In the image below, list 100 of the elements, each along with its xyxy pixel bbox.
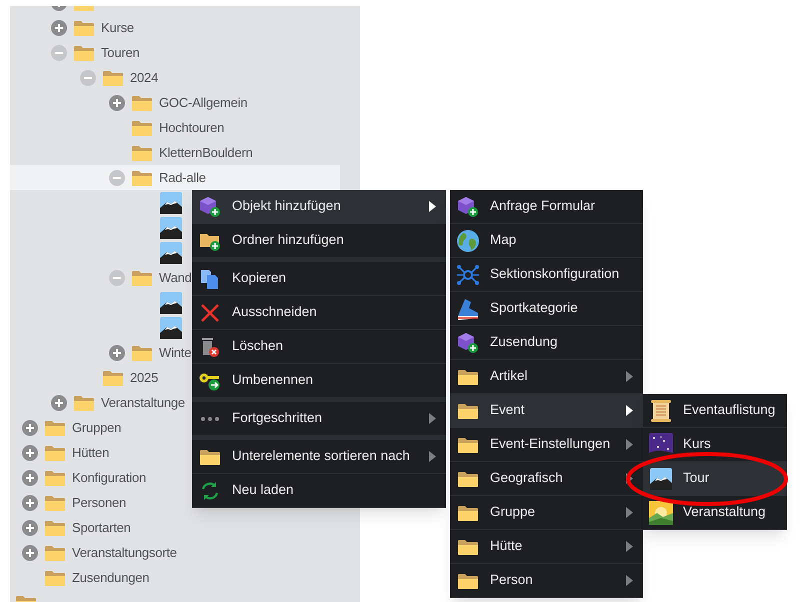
menu-item[interactable]: Unterelemente sortieren nach bbox=[192, 440, 446, 474]
menu-item[interactable]: Eventauflistung bbox=[643, 394, 787, 428]
tree-item-label[interactable]: 2025 bbox=[130, 368, 158, 388]
folder-icon bbox=[457, 504, 479, 522]
expand-toggle[interactable] bbox=[51, 394, 67, 410]
network-icon bbox=[456, 262, 480, 286]
menu-item[interactable]: Kopieren bbox=[192, 262, 446, 296]
tree-item-label[interactable]: Veranstaltungsorte bbox=[72, 542, 177, 562]
menu-item[interactable]: Sektionskonfiguration bbox=[450, 258, 643, 292]
folder-icon bbox=[457, 368, 479, 386]
menu-item[interactable]: Gruppe bbox=[450, 496, 643, 530]
tree-item-label[interactable]: 2024 bbox=[130, 68, 158, 88]
folder-icon bbox=[44, 494, 66, 512]
menu-item[interactable]: Löschen bbox=[192, 330, 446, 364]
more-icon bbox=[200, 416, 220, 422]
menu-item[interactable]: Anfrage Formular bbox=[450, 190, 643, 224]
submenu-arrow-icon bbox=[429, 413, 436, 424]
tree-item-label[interactable]: Gruppen bbox=[72, 418, 122, 438]
selected-row[interactable]: Rad-alle bbox=[10, 165, 340, 190]
folder-icon bbox=[44, 418, 66, 436]
scroll-icon bbox=[649, 398, 673, 422]
mountain-icon bbox=[160, 292, 182, 314]
folder-icon bbox=[131, 344, 153, 362]
folder-icon bbox=[457, 538, 479, 556]
tree-item-label[interactable]: Konfiguration bbox=[72, 468, 146, 488]
copy-icon bbox=[199, 268, 221, 290]
folder-icon bbox=[102, 68, 124, 86]
folder-icon bbox=[73, 394, 95, 412]
expand-toggle[interactable] bbox=[22, 470, 38, 486]
folder-icon bbox=[73, 44, 95, 62]
submenu-arrow-icon bbox=[626, 575, 633, 586]
folder-icon bbox=[44, 544, 66, 562]
menu-item[interactable]: Kurs bbox=[643, 428, 787, 462]
menu-item[interactable]: Ausschneiden bbox=[192, 296, 446, 330]
folder-icon bbox=[102, 368, 124, 386]
cube-plus-icon bbox=[457, 332, 479, 354]
expand-toggle[interactable] bbox=[22, 444, 38, 460]
tree-item-label[interactable]: Zusendungen bbox=[72, 568, 150, 588]
collapse-toggle[interactable] bbox=[109, 270, 125, 286]
expand-toggle[interactable] bbox=[22, 520, 38, 536]
menu-item[interactable]: Hütte bbox=[450, 530, 643, 564]
submenu-arrow-icon bbox=[626, 439, 633, 450]
folder-icon bbox=[131, 118, 153, 136]
tree-item-label[interactable]: Winte bbox=[159, 342, 192, 362]
folder-icon bbox=[131, 168, 153, 186]
cube-plus-icon bbox=[199, 196, 221, 218]
collapse-toggle[interactable] bbox=[109, 170, 125, 186]
tree-item-label[interactable]: KletternBouldern bbox=[159, 142, 253, 162]
menu-item[interactable]: Person bbox=[450, 564, 643, 598]
menu-item[interactable]: Artikel bbox=[450, 360, 643, 394]
collapse-toggle[interactable] bbox=[80, 70, 96, 86]
menu-item[interactable]: Event bbox=[450, 394, 643, 428]
refresh-icon bbox=[199, 480, 221, 502]
folder-icon bbox=[199, 448, 221, 466]
menu-item[interactable]: Veranstaltung bbox=[643, 496, 787, 530]
expand-toggle[interactable] bbox=[22, 544, 38, 560]
submenu-arrow-icon bbox=[626, 405, 633, 416]
folder-icon bbox=[131, 268, 153, 286]
menu-item[interactable]: Map bbox=[450, 224, 643, 258]
scissors-icon bbox=[199, 302, 221, 324]
trash-icon bbox=[199, 336, 221, 358]
mountain-icon bbox=[160, 192, 182, 214]
folder-icon bbox=[44, 444, 66, 462]
expand-toggle[interactable] bbox=[51, 20, 67, 36]
tree-item-label[interactable]: Personen bbox=[72, 492, 126, 512]
globe-icon bbox=[456, 228, 480, 252]
tree-item-label[interactable]: Hochtouren bbox=[159, 118, 224, 138]
submenu-arrow-icon bbox=[429, 201, 436, 212]
tree-item-label[interactable]: GOC-Allgemein bbox=[159, 92, 248, 112]
folder-icon bbox=[457, 572, 479, 590]
menu-item[interactable]: Ordner hinzufügen bbox=[192, 224, 446, 258]
folder-icon bbox=[73, 18, 95, 36]
menu-item[interactable]: Tour bbox=[643, 462, 787, 496]
collapse-toggle[interactable] bbox=[51, 44, 67, 60]
tree-item-label[interactable]: Touren bbox=[101, 42, 140, 62]
expand-toggle[interactable] bbox=[109, 344, 125, 360]
menu-item[interactable]: Fortgeschritten bbox=[192, 402, 446, 436]
folder-icon bbox=[457, 470, 479, 488]
menu-item[interactable]: Neu laden bbox=[192, 474, 446, 508]
menu-item[interactable]: Objekt hinzufügen bbox=[192, 190, 446, 224]
mountain-icon bbox=[160, 316, 182, 338]
tree-item-label[interactable]: Rad-alle bbox=[159, 168, 206, 188]
submenu-arrow-icon bbox=[429, 451, 436, 462]
expand-toggle[interactable] bbox=[109, 94, 125, 110]
tree-item-label[interactable]: Hütten bbox=[72, 442, 110, 462]
tree-item-label[interactable]: Sportarten bbox=[72, 518, 131, 538]
sunrise-icon bbox=[649, 500, 673, 524]
menu-item[interactable]: Sportkategorie bbox=[450, 292, 643, 326]
expand-toggle[interactable] bbox=[22, 494, 38, 510]
cube-plus-icon bbox=[457, 196, 479, 218]
menu-item[interactable]: Umbenennen bbox=[192, 364, 446, 398]
menu-item[interactable]: Zusendung bbox=[450, 326, 643, 360]
menu-item[interactable]: Event-Einstellungen bbox=[450, 428, 643, 462]
folder-icon bbox=[131, 144, 153, 162]
tree-item-label[interactable]: Kurse bbox=[101, 18, 134, 38]
submenu-arrow-icon bbox=[626, 541, 633, 552]
starry-sky-icon bbox=[649, 432, 673, 456]
expand-toggle[interactable] bbox=[22, 420, 38, 436]
tree-item-label[interactable]: Wand bbox=[159, 268, 192, 288]
tree-item-label[interactable]: Veranstaltunge bbox=[101, 392, 185, 412]
